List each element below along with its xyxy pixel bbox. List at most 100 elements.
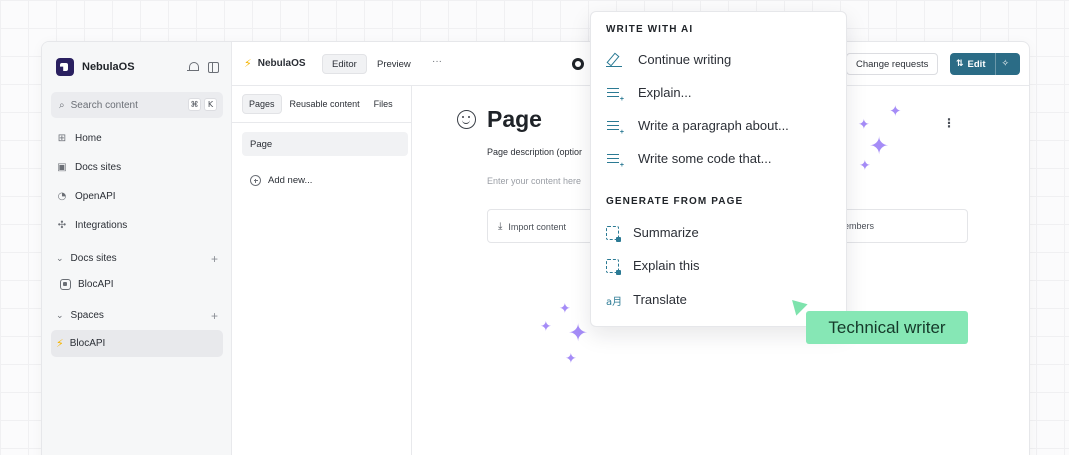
search-placeholder: Search content [70,99,138,111]
search-icon: ⌕ [59,99,65,111]
bell-icon[interactable] [187,62,199,73]
ai-translate[interactable]: a月 Translate [606,292,687,308]
tab-preview[interactable]: Preview [368,54,420,74]
kbd-key: ⌘ [188,98,201,111]
chevron-down-icon: ⌄ [56,310,64,321]
spaces-section[interactable]: ⌄ Spaces + [56,309,218,323]
kbd-key: K [204,98,217,111]
tab-reusable-content[interactable]: Reusable content [284,95,366,113]
sidebar-top-icons [187,62,219,73]
sidebar-item-label: Integrations [75,220,128,231]
menu-item-label: Write a paragraph about... [638,118,789,133]
puzzle-icon: ✣ [57,220,67,231]
sparkle-icon: ✦ [859,158,871,174]
sparkle-icon: ✦ [889,102,902,120]
space-label: BlocAPI [69,338,106,349]
import-label: Import content [508,221,566,232]
section-label: Docs sites [70,253,117,264]
page-title[interactable]: Page [487,106,542,133]
sidebar: NebulaOS ⌕ Search content ⌘ K ⊞ Home ▣ D… [42,42,232,455]
docs-sites-section[interactable]: ⌄ Docs sites + [56,252,218,266]
sidebar-item-label: OpenAPI [75,191,116,202]
page-list-item[interactable]: Page [242,132,408,156]
sidebar-item-label: Home [75,133,102,144]
add-icon[interactable]: + [211,252,218,266]
members-text[interactable]: embers [844,221,874,231]
edit-button[interactable]: ⇅ Edit ✧ [950,53,1020,75]
search-shortcut: ⌘ K [188,98,217,111]
space-item-blocapi[interactable]: ⚡ BlocAPI [51,330,223,357]
divider [994,53,996,75]
chevron-down-icon: ⌄ [56,253,64,264]
ai-write-code[interactable]: Write some code that... [606,151,772,169]
collapse-sidebar-icon[interactable] [208,62,219,73]
download-icon: ⤓ [498,221,503,232]
space-title: ⚡ NebulaOS [244,57,306,70]
api-icon: ◔ [57,191,67,202]
sparkle-icon: ✦ [565,351,577,367]
bolt-icon: ⚡ [244,57,252,70]
site-icon [60,279,71,290]
add-circle-icon [250,175,261,186]
lines-plus-icon [606,86,624,103]
bolt-icon: ⚡ [56,337,64,350]
sidebar-item-home[interactable]: ⊞ Home [56,133,102,144]
lines-plus-icon [606,119,624,136]
site-icon: ▣ [57,162,67,173]
menu-item-label: Explain... [638,85,692,100]
sidebar-item-integrations[interactable]: ✣ Integrations [56,220,127,231]
doc-icon [606,258,621,275]
import-content-button[interactable]: ⤓ Import content [498,221,566,232]
sparkle-icon: ✦ [540,319,552,335]
collaborator-label: Technical writer [806,311,968,344]
doc-icon [606,225,621,242]
menu-item-label: Translate [633,292,687,307]
add-icon[interactable]: + [211,309,218,323]
divider [232,122,411,123]
pen-icon [606,53,622,67]
menu-item-label: Continue writing [638,52,732,67]
sidebar-item-openapi[interactable]: ◔ OpenAPI [56,191,116,202]
pages-tabs: Pages Reusable content Files [242,94,399,114]
sort-icon: ⇅ [956,59,964,69]
translate-icon: a月 [606,296,623,308]
ai-explain-this[interactable]: Explain this [606,258,700,275]
add-new-button[interactable]: Add new... [250,175,312,186]
content-editor[interactable]: Enter your content here [487,176,581,186]
change-requests-button[interactable]: Change requests [846,53,939,75]
more-vertical-icon[interactable]: ⋮ [943,117,955,129]
ai-sparkle-icon[interactable]: ✧ [1002,59,1010,69]
menu-item-label: Summarize [633,225,699,240]
sparkle-icon: ✦ [858,117,870,133]
github-icon[interactable] [572,58,584,70]
page-description[interactable]: Page description (optior [487,147,582,157]
menu-item-label: Explain this [633,258,700,273]
pages-panel: Pages Reusable content Files Page Add ne… [232,86,412,455]
ai-write-paragraph[interactable]: Write a paragraph about... [606,118,789,136]
tab-pages[interactable]: Pages [242,94,282,114]
ai-explain[interactable]: Explain... [606,85,692,103]
brand[interactable]: NebulaOS [56,58,135,76]
sidebar-item-label: Docs sites [75,162,122,173]
tab-files[interactable]: Files [368,95,399,113]
docs-site-label: BlocAPI [78,279,114,290]
ai-continue-writing[interactable]: Continue writing [606,52,731,67]
menu-item-label: Write some code that... [638,151,772,166]
docs-site-item-blocapi[interactable]: BlocAPI [60,279,114,290]
tab-editor[interactable]: Editor [322,54,367,74]
app-window: NebulaOS ⌕ Search content ⌘ K ⊞ Home ▣ D… [41,41,1030,455]
sparkle-icon: ✦ [869,132,890,160]
search-input[interactable]: ⌕ Search content ⌘ K [51,92,223,118]
ai-summarize[interactable]: Summarize [606,225,699,242]
edit-label: Edit [967,58,986,70]
ai-dropdown-menu: WRITE WITH AI Continue writing Explain..… [590,11,847,327]
more-icon[interactable]: ··· [432,56,442,67]
add-new-label: Add new... [268,175,313,186]
lines-plus-icon [606,152,624,169]
generate-from-page-heading: GENERATE FROM PAGE [606,196,744,207]
section-label: Spaces [70,310,104,321]
emoji-icon[interactable] [457,110,476,129]
grid-icon: ⊞ [57,133,67,144]
sparkle-icon: ✦ [559,301,571,317]
sidebar-item-docs-sites[interactable]: ▣ Docs sites [56,162,121,173]
